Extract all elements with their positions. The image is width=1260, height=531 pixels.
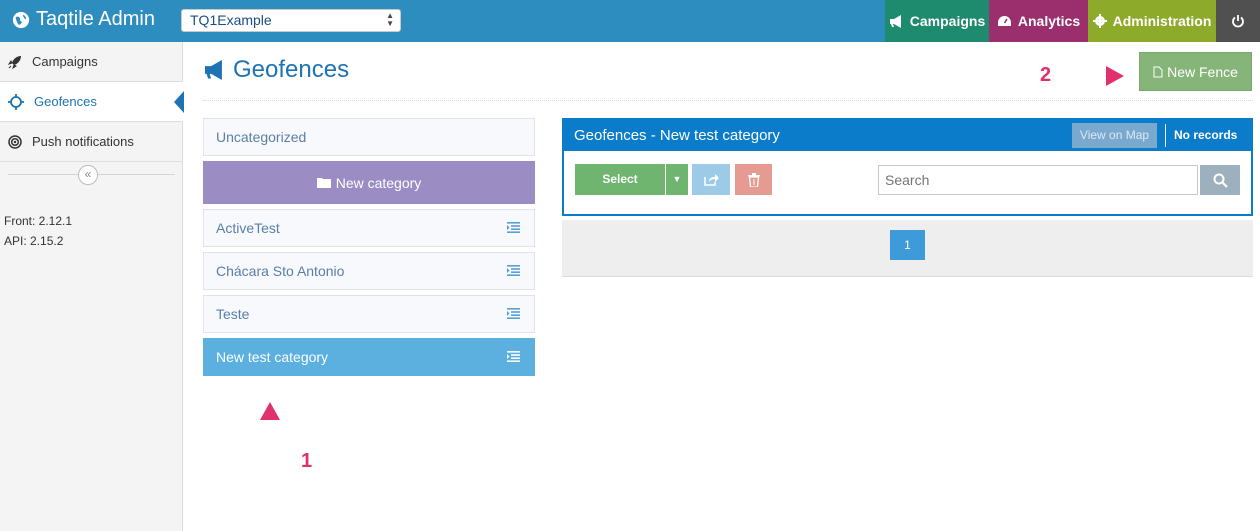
category-label: ActiveTest	[216, 220, 280, 236]
sidebar-item-label: Campaigns	[32, 54, 98, 69]
page-title-text: Geofences	[233, 56, 350, 83]
new-category-button[interactable]: New category	[203, 161, 535, 204]
new-fence-button[interactable]: New Fence	[1139, 52, 1252, 91]
select-button[interactable]: Select	[575, 164, 665, 195]
crosshair-icon	[8, 93, 24, 110]
panel-header: Geofences - New test category View on Ma…	[564, 120, 1251, 151]
nav-administration[interactable]: Administration	[1088, 0, 1216, 42]
megaphone-icon	[889, 14, 901, 28]
brand-logo[interactable]: Taqtile Admin	[12, 8, 155, 31]
app-selector-value: TQ1Example	[190, 12, 272, 28]
sidebar-item-label: Push notifications	[32, 134, 134, 149]
category-uncategorized[interactable]: Uncategorized	[203, 118, 535, 156]
page-button-1[interactable]: 1	[890, 230, 925, 260]
annotation-number-2: 2	[1040, 64, 1052, 86]
share-icon	[703, 174, 719, 186]
list-indent-icon[interactable]	[507, 308, 520, 319]
select-arrows-icon: ▲ ▼	[386, 11, 394, 28]
annotation-arrow-up-icon	[260, 402, 280, 456]
nav-campaigns[interactable]: Campaigns	[885, 0, 989, 42]
delete-button[interactable]	[735, 164, 772, 195]
sidebar-item-geofences[interactable]: Geofences	[0, 82, 184, 122]
sidebar-collapse: «	[8, 163, 175, 187]
folder-icon	[316, 178, 331, 188]
view-on-map-button[interactable]: View on Map	[1072, 123, 1157, 148]
dashboard-icon	[997, 15, 1011, 26]
target-icon	[8, 134, 22, 149]
category-item[interactable]: Chácara Sto Antonio	[203, 252, 535, 290]
nav-administration-label: Administration	[1112, 13, 1212, 29]
category-item[interactable]: Teste	[203, 295, 535, 333]
app-selector[interactable]: TQ1Example ▲ ▼	[181, 9, 401, 32]
pagination: 1	[562, 220, 1253, 277]
category-item-selected[interactable]: New test category	[203, 338, 535, 376]
list-indent-icon[interactable]	[507, 222, 520, 233]
power-button[interactable]	[1216, 0, 1260, 42]
globe-icon	[12, 11, 30, 28]
sidebar-item-push-notifications[interactable]: Push notifications	[0, 122, 183, 162]
brand-title: Taqtile Admin	[36, 8, 155, 30]
document-icon	[1153, 66, 1163, 77]
api-version: API: 2.15.2	[4, 234, 64, 248]
records-count: No records	[1174, 128, 1238, 142]
new-fence-label: New Fence	[1167, 63, 1238, 80]
sidebar-item-label: Geofences	[34, 94, 97, 109]
category-item[interactable]: ActiveTest	[203, 209, 535, 247]
sidebar-item-campaigns[interactable]: Campaigns	[0, 42, 183, 82]
geofences-panel: Geofences - New test category View on Ma…	[562, 118, 1253, 216]
category-label: Uncategorized	[216, 129, 307, 145]
megaphone-icon	[205, 60, 222, 80]
collapse-chevron-icon[interactable]: «	[78, 165, 98, 185]
category-label: Teste	[216, 306, 250, 322]
category-label: New test category	[216, 349, 329, 365]
search-input[interactable]	[878, 165, 1198, 195]
trash-icon	[747, 172, 760, 187]
select-dropdown-caret-icon[interactable]: ▼	[666, 164, 688, 195]
nav-analytics[interactable]: Analytics	[989, 0, 1088, 42]
new-category-label: New category	[335, 174, 422, 191]
nav-analytics-label: Analytics	[1017, 13, 1081, 29]
annotation-arrow-right-icon	[1072, 66, 1124, 86]
share-button[interactable]	[692, 164, 730, 195]
header-divider	[203, 100, 1253, 101]
list-indent-icon[interactable]	[507, 351, 520, 362]
front-version: Front: 2.12.1	[4, 214, 73, 228]
page-title: Geofences	[203, 56, 349, 84]
search-icon	[1213, 173, 1228, 188]
top-bar: Taqtile Admin TQ1Example ▲ ▼ Campaigns An…	[0, 0, 1260, 42]
divider	[1165, 124, 1166, 147]
search-button[interactable]	[1200, 165, 1240, 195]
rocket-icon	[8, 55, 21, 69]
sidebar: Campaigns Geofences Push notifications «…	[0, 42, 184, 531]
list-indent-icon[interactable]	[507, 265, 520, 276]
gear-icon	[1092, 14, 1107, 28]
nav-campaigns-label: Campaigns	[909, 13, 986, 29]
panel-title: Geofences - New test category	[574, 127, 780, 144]
annotation-number-1: 1	[301, 450, 313, 472]
power-icon	[1232, 15, 1244, 28]
category-label: Chácara Sto Antonio	[216, 263, 345, 279]
